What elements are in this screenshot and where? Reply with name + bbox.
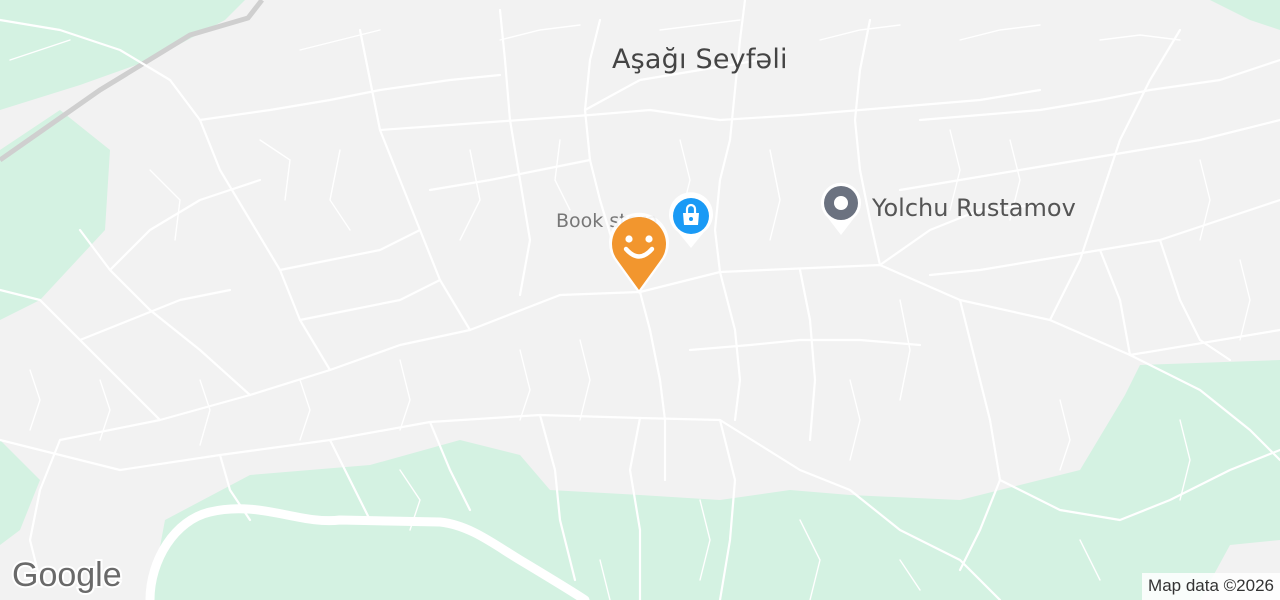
map-attribution[interactable]: Map data ©2026: [1142, 573, 1280, 600]
shopping-bag-icon[interactable]: [666, 190, 716, 250]
google-logo[interactable]: Google: [10, 552, 132, 598]
map-canvas[interactable]: [0, 0, 1280, 600]
place-pin-icon[interactable]: [818, 180, 864, 236]
town-label: Aşağı Seyfəli: [612, 44, 788, 75]
poi-label[interactable]: Yolchu Rustamov: [872, 194, 1076, 222]
smiley-face-pin-icon[interactable]: [606, 212, 672, 296]
google-logo-text: Google: [12, 556, 122, 594]
